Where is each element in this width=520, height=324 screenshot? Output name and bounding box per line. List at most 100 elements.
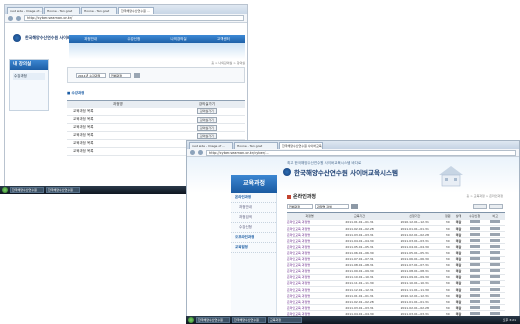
detail-view-button[interactable]: [489, 204, 503, 209]
apply-button[interactable]: [469, 269, 480, 273]
detail-button[interactable]: [490, 269, 501, 273]
taskbar-item[interactable]: 한국해양수산연수원: [232, 317, 266, 323]
course-title[interactable]: 교육과정 목록: [67, 139, 169, 148]
course-title[interactable]: 교육과정 목록: [67, 123, 169, 132]
detail-button[interactable]: [490, 263, 501, 267]
building-illustration-icon: [439, 166, 463, 187]
browser-tab[interactable]: Hoone - Ten gost: [44, 7, 80, 14]
year-select[interactable]: 2011년 수강과정: [76, 72, 106, 78]
browser-tab[interactable]: rust side - Image of...: [7, 7, 43, 14]
detail-button[interactable]: [490, 299, 501, 303]
sidebar-item-offline[interactable]: 오프라인과정: [231, 233, 276, 243]
sidebar-title: 교육과정: [231, 175, 277, 193]
apply-button[interactable]: [469, 287, 480, 291]
browser-tab-active[interactable]: 한국해양수산연수원 사이버교육: [279, 142, 323, 149]
url-input[interactable]: http://cyber.seaman.or.kr/cyber/...: [206, 149, 516, 156]
url-input[interactable]: http://cyber.seaman.or.kr/: [24, 15, 244, 21]
sidebar-title: 내 강의실: [10, 60, 48, 70]
sidebar-item-courses[interactable]: 수강과정: [13, 73, 45, 80]
apply-button[interactable]: [469, 275, 480, 279]
taskbar-item[interactable]: 한국해양수산연수원: [46, 187, 80, 193]
detail-button[interactable]: [490, 305, 501, 309]
back-icon[interactable]: [190, 150, 195, 155]
breadcrumb: 홈 > 나의강의실 > 강의실: [211, 61, 245, 65]
start-button-icon[interactable]: [188, 317, 194, 323]
page-title-text: 온라인과정: [293, 194, 317, 200]
apply-button[interactable]: [469, 226, 480, 230]
apply-button[interactable]: [469, 220, 480, 224]
detail-button[interactable]: [490, 251, 501, 255]
course-title[interactable]: 교육과정 목록: [67, 115, 169, 124]
course-title[interactable]: 교육과정 목록: [67, 107, 169, 116]
header-logo[interactable]: 한국해양수산연수원 사이버교육시스템: [283, 167, 398, 177]
menu-item[interactable]: 수강신청: [127, 37, 140, 42]
taskbar-item[interactable]: 교육과정: [268, 317, 302, 323]
page-title: 온라인과정: [287, 193, 316, 200]
detail-button[interactable]: [490, 220, 501, 224]
apply-button[interactable]: [469, 244, 480, 248]
main-menu: 과정안내 수강신청 나의강의실 고객센터: [69, 35, 245, 43]
apply-button[interactable]: [469, 232, 480, 236]
menu-item[interactable]: 나의강의실: [171, 37, 187, 42]
forward-icon[interactable]: [198, 150, 203, 155]
browser-tab[interactable]: rust side - Image of ...: [189, 142, 233, 149]
detail-button[interactable]: [490, 244, 501, 248]
detail-button[interactable]: [490, 226, 501, 230]
enter-classroom-button[interactable]: 강의실가기: [196, 124, 217, 131]
apply-button[interactable]: [469, 311, 480, 315]
browser-tab[interactable]: Hoone - Ten gost: [234, 142, 278, 149]
section-title: ■ 수강과정: [67, 91, 85, 95]
sidebar-item-search[interactable]: 과정검색: [231, 213, 276, 223]
view-buttons: [473, 204, 503, 209]
menu-item[interactable]: 고객센터: [217, 37, 230, 42]
enter-classroom-button[interactable]: 강의실가기: [196, 116, 217, 123]
detail-button[interactable]: [490, 238, 501, 242]
apply-button[interactable]: [469, 257, 480, 261]
start-button-icon[interactable]: [2, 187, 8, 193]
sidebar-item-apply[interactable]: 수강신청: [231, 223, 276, 233]
search-input[interactable]: 과정명 검색: [315, 204, 349, 209]
sidebar-item-info[interactable]: 과정안내: [231, 203, 276, 213]
list-view-button[interactable]: [473, 204, 487, 209]
back-icon[interactable]: [8, 15, 13, 21]
course-title[interactable]: 교육과정 목록: [67, 147, 169, 156]
course-select[interactable]: 전체과정: [109, 72, 131, 78]
detail-button[interactable]: [490, 287, 501, 291]
apply-button[interactable]: [469, 281, 480, 285]
enter-classroom-button[interactable]: 강의실가기: [196, 132, 217, 139]
course-title[interactable]: 교육과정 목록: [67, 131, 169, 140]
taskbar-item[interactable]: 한국해양수산연수원: [196, 317, 230, 323]
sidebar-item-online[interactable]: 온라인과정: [231, 193, 276, 203]
search-button[interactable]: [351, 204, 358, 209]
detail-button[interactable]: [490, 275, 501, 279]
detail-button[interactable]: [490, 281, 501, 285]
enter-classroom-button[interactable]: 강의실가기: [196, 108, 217, 115]
apply-button[interactable]: [469, 238, 480, 242]
browser-tab-bar: rust side - Image of ... Hoone - Ten gos…: [187, 141, 519, 149]
address-bar: http://cyber.seaman.or.kr/cyber/...: [187, 149, 519, 157]
browser-window-online-courses: rust side - Image of ... Hoone - Ten gos…: [186, 140, 520, 324]
system-clock: 오후 3:21: [502, 318, 516, 322]
sidebar-item-schedule[interactable]: 교육일정: [231, 243, 276, 253]
apply-button[interactable]: [469, 263, 480, 267]
taskbar: 한국해양수산연수원 한국해양수산연수원 교육과정 오후 3:21: [186, 316, 520, 324]
column-header: 신청기간: [387, 212, 443, 220]
detail-button[interactable]: [490, 311, 501, 315]
top-banner: [69, 43, 245, 59]
detail-button[interactable]: [490, 232, 501, 236]
apply-button[interactable]: [469, 251, 480, 255]
browser-tab-active[interactable]: 한국해양수산연수원 ...: [118, 7, 154, 14]
menu-item[interactable]: 과정안내: [84, 37, 97, 42]
browser-tab-bar: rust side - Image of... Hoone - Ten gost…: [5, 5, 247, 14]
browser-tab[interactable]: Hoone - Ten gost: [81, 7, 117, 14]
apply-button[interactable]: [469, 305, 480, 309]
table-row: 교육과정 목록 강의실가기: [67, 131, 245, 140]
apply-button[interactable]: [469, 293, 480, 297]
apply-button[interactable]: [469, 299, 480, 303]
category-select[interactable]: 전체과정: [287, 204, 313, 209]
detail-button[interactable]: [490, 257, 501, 261]
search-button[interactable]: [134, 72, 140, 78]
forward-icon[interactable]: [16, 15, 21, 21]
detail-button[interactable]: [490, 293, 501, 297]
taskbar-item[interactable]: 한국해양수산연수원: [10, 187, 44, 193]
